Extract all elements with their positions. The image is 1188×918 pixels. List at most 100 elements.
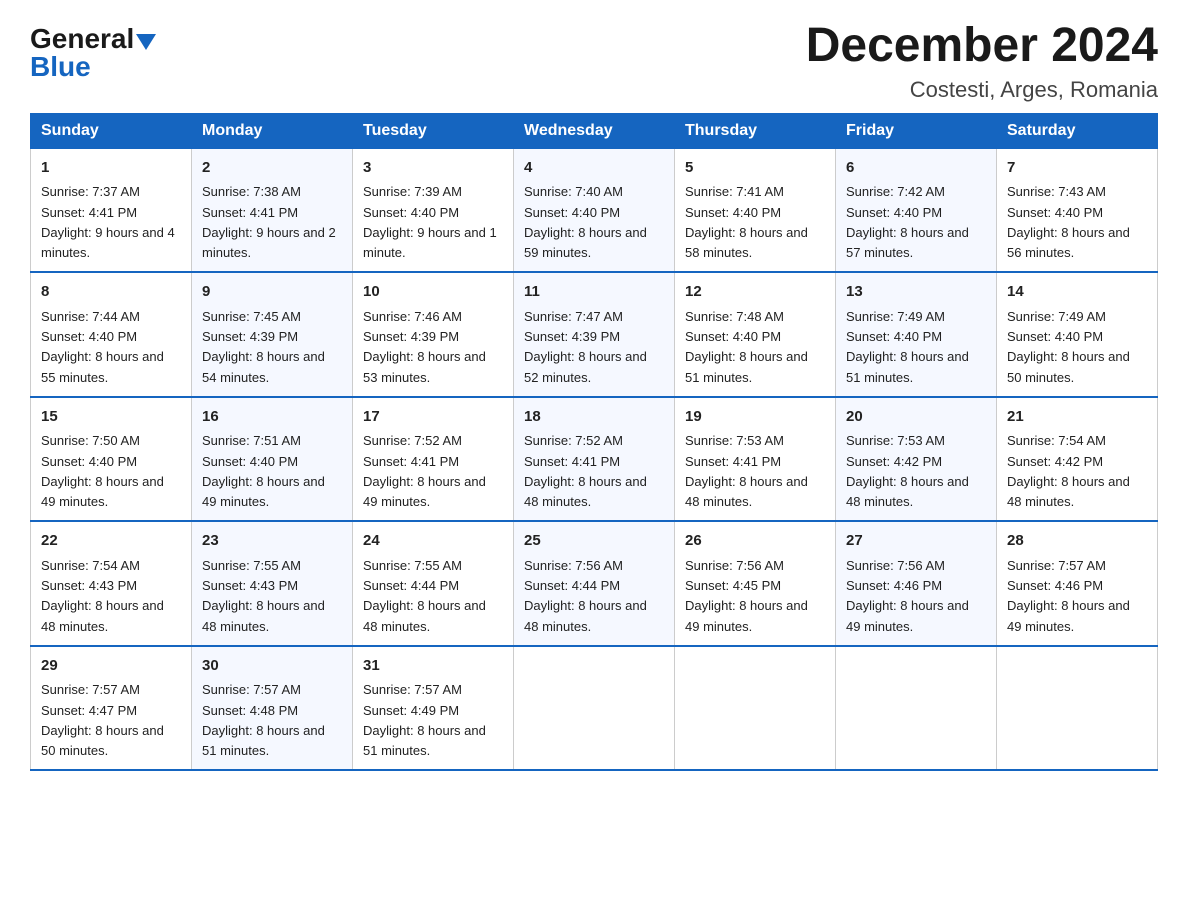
calendar-cell: 5 Sunrise: 7:41 AMSunset: 4:40 PMDaylight… [675,148,836,272]
calendar-cell [514,646,675,771]
calendar-cell: 4 Sunrise: 7:40 AMSunset: 4:40 PMDaylight… [514,148,675,272]
calendar-cell: 1 Sunrise: 7:37 AMSunset: 4:41 PMDaylight… [31,148,192,272]
calendar-cell: 18Sunrise: 7:52 AMSunset: 4:41 PMDayligh… [514,397,675,522]
calendar-cell: 13 Sunrise: 7:49 AMSunset: 4:40 PMDayligh… [836,272,997,397]
day-info: Sunrise: 7:54 AMSunset: 4:43 PMDaylight:… [41,558,164,634]
calendar-cell: 17 Sunrise: 7:52 AMSunset: 4:41 PMDayligh… [353,397,514,522]
calendar-cell: 14Sunrise: 7:49 AMSunset: 4:40 PMDayligh… [997,272,1158,397]
logo-general-line: General [30,25,156,53]
day-info: Sunrise: 7:53 AMSunset: 4:41 PMDaylight:… [685,433,808,509]
calendar-header: SundayMondayTuesdayWednesdayThursdayFrid… [31,113,1158,148]
calendar-cell: 10 Sunrise: 7:46 AMSunset: 4:39 PMDayligh… [353,272,514,397]
calendar-cell: 15Sunrise: 7:50 AMSunset: 4:40 PMDayligh… [31,397,192,522]
day-number: 21 [1007,406,1147,429]
calendar-cell [675,646,836,771]
calendar-week-4: 22 Sunrise: 7:54 AMSunset: 4:43 PMDayligh… [31,521,1158,646]
calendar-cell: 30 Sunrise: 7:57 AMSunset: 4:48 PMDayligh… [192,646,353,771]
column-header-friday: Friday [836,113,997,148]
day-number: 2 [202,157,342,180]
day-number: 11 [524,281,664,304]
day-number: 17 [363,406,503,429]
day-info: Sunrise: 7:42 AMSunset: 4:40 PMDaylight:… [846,184,969,260]
day-info: Sunrise: 7:40 AMSunset: 4:40 PMDaylight:… [524,184,647,260]
day-info: Sunrise: 7:57 AMSunset: 4:46 PMDaylight:… [1007,558,1130,634]
day-info: Sunrise: 7:38 AMSunset: 4:41 PMDaylight:… [202,184,336,260]
day-number: 12 [685,281,825,304]
day-number: 10 [363,281,503,304]
day-number: 29 [41,655,181,678]
calendar-cell: 3 Sunrise: 7:39 AMSunset: 4:40 PMDaylight… [353,148,514,272]
calendar-cell: 31 Sunrise: 7:57 AMSunset: 4:49 PMDayligh… [353,646,514,771]
day-info: Sunrise: 7:46 AMSunset: 4:39 PMDaylight:… [363,309,486,385]
calendar-cell: 26 Sunrise: 7:56 AMSunset: 4:45 PMDayligh… [675,521,836,646]
calendar-week-5: 29 Sunrise: 7:57 AMSunset: 4:47 PMDayligh… [31,646,1158,771]
calendar-cell: 6 Sunrise: 7:42 AMSunset: 4:40 PMDaylight… [836,148,997,272]
day-number: 20 [846,406,986,429]
day-number: 19 [685,406,825,429]
day-info: Sunrise: 7:51 AMSunset: 4:40 PMDaylight:… [202,433,325,509]
day-info: Sunrise: 7:55 AMSunset: 4:44 PMDaylight:… [363,558,486,634]
day-info: Sunrise: 7:37 AMSunset: 4:41 PMDaylight:… [41,184,175,260]
day-number: 1 [41,157,181,180]
column-header-saturday: Saturday [997,113,1158,148]
calendar-cell [997,646,1158,771]
day-number: 3 [363,157,503,180]
day-number: 23 [202,530,342,553]
day-number: 6 [846,157,986,180]
calendar-cell: 7Sunrise: 7:43 AMSunset: 4:40 PMDaylight… [997,148,1158,272]
day-info: Sunrise: 7:54 AMSunset: 4:42 PMDaylight:… [1007,433,1130,509]
day-number: 15 [41,406,181,429]
day-info: Sunrise: 7:41 AMSunset: 4:40 PMDaylight:… [685,184,808,260]
day-info: Sunrise: 7:43 AMSunset: 4:40 PMDaylight:… [1007,184,1130,260]
calendar-week-3: 15Sunrise: 7:50 AMSunset: 4:40 PMDayligh… [31,397,1158,522]
day-info: Sunrise: 7:48 AMSunset: 4:40 PMDaylight:… [685,309,808,385]
calendar-cell: 22 Sunrise: 7:54 AMSunset: 4:43 PMDayligh… [31,521,192,646]
calendar-cell [836,646,997,771]
calendar-week-2: 8Sunrise: 7:44 AMSunset: 4:40 PMDaylight… [31,272,1158,397]
day-number: 4 [524,157,664,180]
day-info: Sunrise: 7:56 AMSunset: 4:45 PMDaylight:… [685,558,808,634]
day-number: 26 [685,530,825,553]
day-number: 22 [41,530,181,553]
calendar-cell: 20 Sunrise: 7:53 AMSunset: 4:42 PMDayligh… [836,397,997,522]
day-number: 8 [41,281,181,304]
day-number: 24 [363,530,503,553]
day-info: Sunrise: 7:57 AMSunset: 4:47 PMDaylight:… [41,682,164,758]
day-number: 31 [363,655,503,678]
day-info: Sunrise: 7:53 AMSunset: 4:42 PMDaylight:… [846,433,969,509]
day-info: Sunrise: 7:49 AMSunset: 4:40 PMDaylight:… [846,309,969,385]
day-number: 16 [202,406,342,429]
calendar-cell: 21 Sunrise: 7:54 AMSunset: 4:42 PMDayligh… [997,397,1158,522]
calendar-cell: 9Sunrise: 7:45 AMSunset: 4:39 PMDaylight… [192,272,353,397]
month-title: December 2024 [806,20,1158,73]
calendar-week-1: 1 Sunrise: 7:37 AMSunset: 4:41 PMDaylight… [31,148,1158,272]
location-title: Costesti, Arges, Romania [806,77,1158,103]
day-info: Sunrise: 7:52 AMSunset: 4:41 PMDaylight:… [363,433,486,509]
day-number: 30 [202,655,342,678]
day-number: 13 [846,281,986,304]
column-header-tuesday: Tuesday [353,113,514,148]
day-number: 18 [524,406,664,429]
day-info: Sunrise: 7:47 AMSunset: 4:39 PMDaylight:… [524,309,647,385]
day-info: Sunrise: 7:56 AMSunset: 4:44 PMDaylight:… [524,558,647,634]
calendar-cell: 2 Sunrise: 7:38 AMSunset: 4:41 PMDaylight… [192,148,353,272]
day-number: 5 [685,157,825,180]
calendar-cell: 11 Sunrise: 7:47 AMSunset: 4:39 PMDayligh… [514,272,675,397]
day-number: 9 [202,281,342,304]
day-info: Sunrise: 7:57 AMSunset: 4:48 PMDaylight:… [202,682,325,758]
calendar-cell: 29 Sunrise: 7:57 AMSunset: 4:47 PMDayligh… [31,646,192,771]
column-header-thursday: Thursday [675,113,836,148]
logo-blue-text: Blue [30,51,91,82]
calendar-body: 1 Sunrise: 7:37 AMSunset: 4:41 PMDaylight… [31,148,1158,770]
day-info: Sunrise: 7:56 AMSunset: 4:46 PMDaylight:… [846,558,969,634]
calendar-cell: 23Sunrise: 7:55 AMSunset: 4:43 PMDayligh… [192,521,353,646]
title-block: December 2024 Costesti, Arges, Romania [806,20,1158,103]
header-row: SundayMondayTuesdayWednesdayThursdayFrid… [31,113,1158,148]
calendar-cell: 12 Sunrise: 7:48 AMSunset: 4:40 PMDayligh… [675,272,836,397]
calendar-cell: 28Sunrise: 7:57 AMSunset: 4:46 PMDayligh… [997,521,1158,646]
day-number: 25 [524,530,664,553]
column-header-monday: Monday [192,113,353,148]
day-info: Sunrise: 7:57 AMSunset: 4:49 PMDaylight:… [363,682,486,758]
day-info: Sunrise: 7:39 AMSunset: 4:40 PMDaylight:… [363,184,497,260]
column-header-sunday: Sunday [31,113,192,148]
